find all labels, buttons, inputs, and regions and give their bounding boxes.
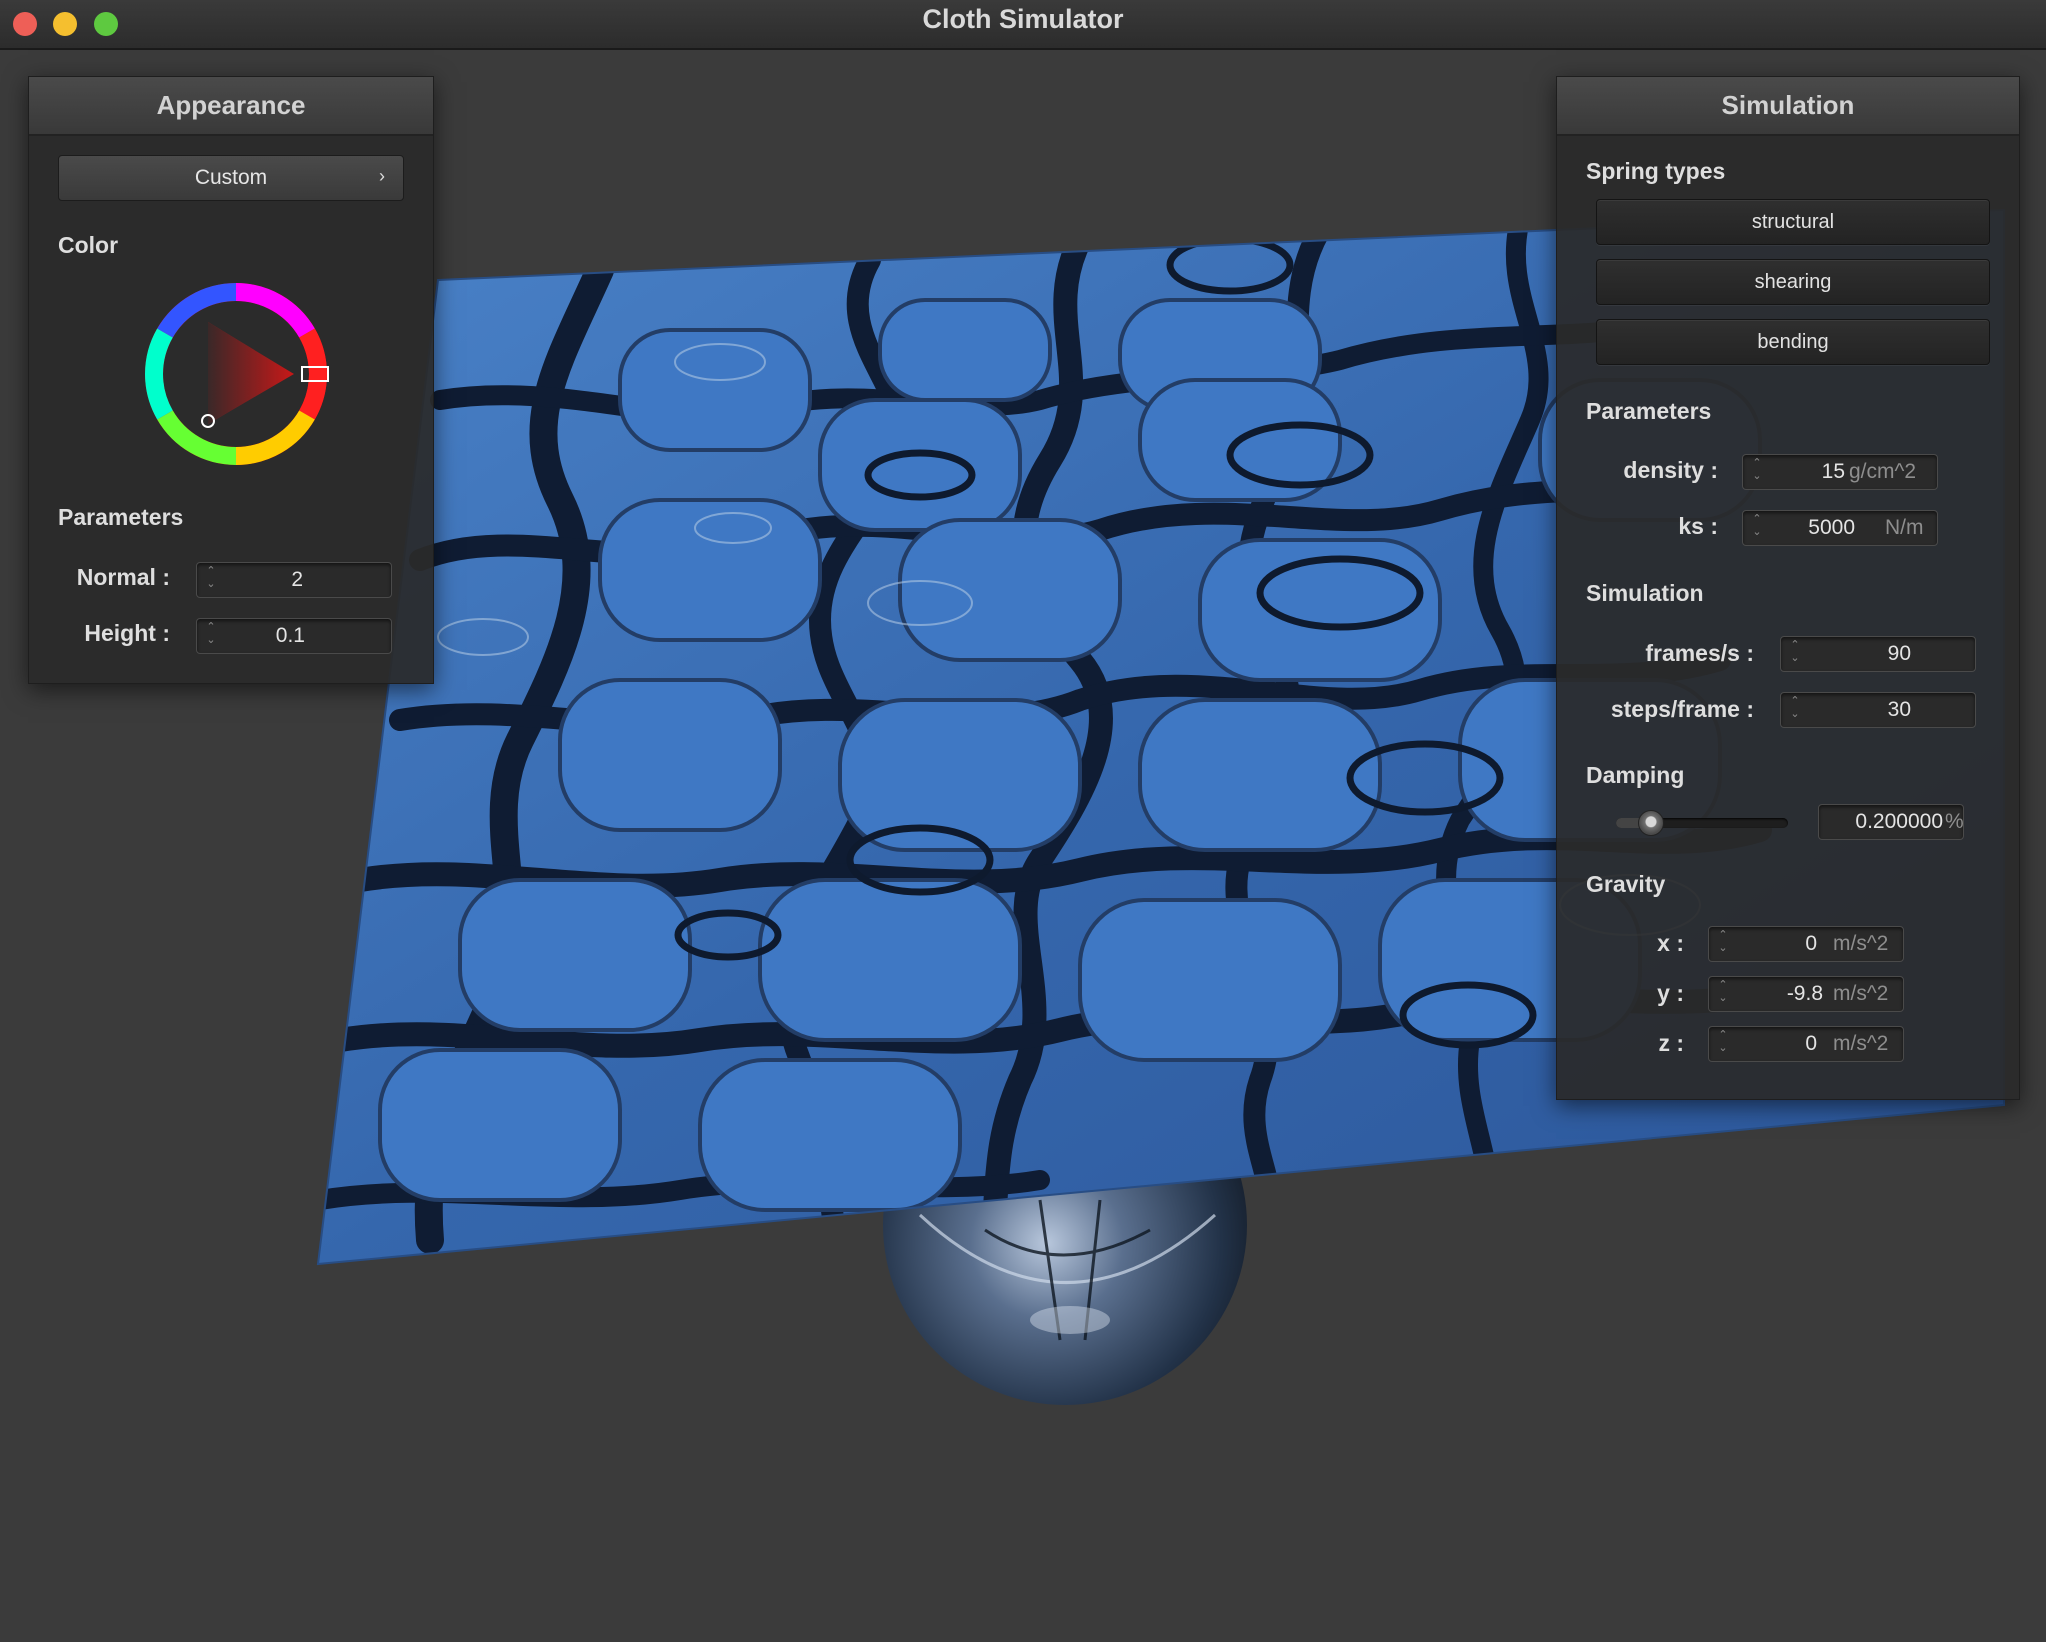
normal-value: 2 — [291, 568, 303, 591]
structural-toggle-button[interactable]: structural — [1596, 199, 1990, 245]
steps-spinbox[interactable]: ⌃ ⌄ 30 — [1780, 692, 1976, 728]
gravity-z-value: 0 — [1805, 1032, 1817, 1055]
fps-label: frames/s : — [1645, 640, 1754, 666]
window-title: Cloth Simulator — [922, 4, 1124, 34]
ks-unit: N/m — [1885, 516, 1924, 539]
damping-slider[interactable] — [1616, 810, 1788, 836]
fps-spinbox[interactable]: ⌃ ⌄ 90 — [1780, 636, 1976, 672]
gravity-x-label: x : — [1657, 930, 1684, 956]
height-spinbox[interactable]: ⌃ ⌄ 0.1 — [196, 618, 392, 654]
gravity-y-value: -9.8 — [1786, 982, 1823, 1005]
damping-unit: % — [1945, 810, 1964, 833]
spinner-arrows-icon[interactable]: ⌃ ⌄ — [1789, 639, 1801, 669]
gravity-y-unit: m/s^2 — [1833, 982, 1889, 1005]
appearance-parameters-label: Parameters — [58, 504, 184, 530]
gravity-x-value: 0 — [1805, 932, 1817, 955]
spinner-arrows-icon[interactable]: ⌃ ⌄ — [1751, 513, 1763, 543]
appearance-header[interactable]: Appearance — [29, 77, 433, 136]
density-label: density : — [1623, 457, 1718, 483]
spinner-arrows-icon[interactable]: ⌃ ⌄ — [1717, 1029, 1729, 1059]
spring-types-label: Spring types — [1586, 158, 1726, 184]
color-wheel[interactable] — [140, 280, 340, 480]
steps-value: 30 — [1887, 698, 1911, 721]
chevron-right-icon: › — [379, 166, 385, 186]
density-unit: g/cm^2 — [1849, 460, 1917, 483]
ks-spinbox[interactable]: ⌃ ⌄ 5000 N/m — [1742, 510, 1938, 546]
gravity-label: Gravity — [1586, 871, 1666, 897]
spinner-arrows-icon[interactable]: ⌃ ⌄ — [1717, 979, 1729, 1009]
density-value: 15 — [1821, 460, 1845, 483]
damping-label: Damping — [1586, 762, 1685, 788]
spinner-arrows-icon[interactable]: ⌃ ⌄ — [205, 565, 217, 595]
spinner-arrows-icon[interactable]: ⌃ ⌄ — [1717, 929, 1729, 959]
damping-value: 0.200000 — [1855, 810, 1943, 833]
fps-value: 90 — [1887, 642, 1911, 665]
title-bar: Cloth Simulator — [0, 0, 2046, 50]
density-spinbox[interactable]: ⌃ ⌄ 15 g/cm^2 — [1742, 454, 1938, 490]
damping-slider-knob[interactable] — [1638, 810, 1664, 836]
gravity-y-spinbox[interactable]: ⌃ ⌄ -9.8 m/s^2 — [1708, 976, 1904, 1012]
height-value: 0.1 — [275, 624, 305, 647]
spinner-arrows-icon[interactable]: ⌃ ⌄ — [1751, 457, 1763, 487]
gravity-z-label: z : — [1658, 1030, 1684, 1056]
gravity-y-label: y : — [1657, 980, 1684, 1006]
bending-toggle-button[interactable]: bending — [1596, 319, 1990, 365]
normal-spinbox[interactable]: ⌃ ⌄ 2 — [196, 562, 392, 598]
simulation-section-label: Simulation — [1586, 580, 1704, 606]
gravity-x-unit: m/s^2 — [1833, 932, 1889, 955]
height-label: Height : — [84, 620, 170, 646]
shearing-toggle-button[interactable]: shearing — [1596, 259, 1990, 305]
gravity-x-spinbox[interactable]: ⌃ ⌄ 0 m/s^2 — [1708, 926, 1904, 962]
spinner-arrows-icon[interactable]: ⌃ ⌄ — [205, 621, 217, 651]
steps-label: steps/frame : — [1610, 696, 1754, 722]
simulation-parameters-label: Parameters — [1586, 398, 1712, 424]
ks-label: ks : — [1678, 513, 1718, 539]
preset-label: Custom — [194, 166, 268, 189]
gravity-z-spinbox[interactable]: ⌃ ⌄ 0 m/s^2 — [1708, 1026, 1904, 1062]
ks-value: 5000 — [1808, 516, 1855, 539]
preset-dropdown-button[interactable]: Custom › — [58, 155, 404, 201]
gravity-z-unit: m/s^2 — [1833, 1032, 1889, 1055]
damping-value-field[interactable]: 0.200000 % — [1818, 804, 1964, 840]
spinner-arrows-icon[interactable]: ⌃ ⌄ — [1789, 695, 1801, 725]
normal-label: Normal : — [76, 564, 170, 590]
simulation-header[interactable]: Simulation — [1557, 77, 2019, 136]
color-label: Color — [58, 232, 119, 258]
